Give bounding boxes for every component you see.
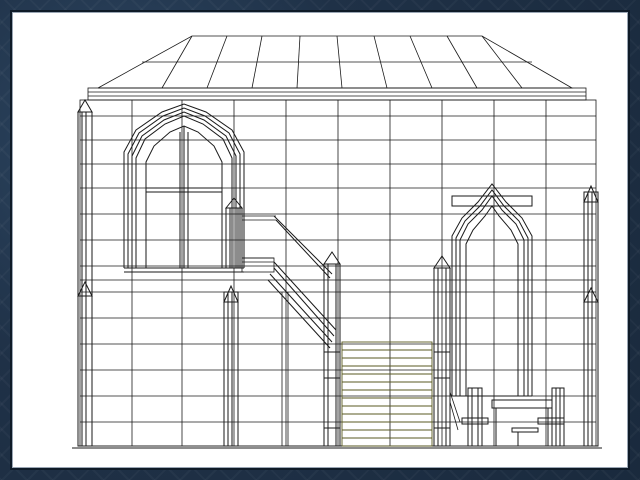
cornice xyxy=(87,87,587,101)
wireframe-canvas xyxy=(72,35,602,449)
staircase xyxy=(341,341,433,447)
wall-vertical-grid xyxy=(131,100,547,446)
right-window xyxy=(451,183,533,397)
roof xyxy=(97,35,574,89)
stair-railing xyxy=(267,215,337,349)
lower-left-lines xyxy=(281,292,342,447)
chair xyxy=(461,387,489,447)
stair-rail-right xyxy=(449,391,461,431)
table xyxy=(491,399,553,446)
chair-right xyxy=(537,387,565,447)
wireframe-viewport[interactable] xyxy=(12,12,628,468)
upper-landing-rail xyxy=(241,215,276,273)
wireframe-lines xyxy=(72,35,602,449)
